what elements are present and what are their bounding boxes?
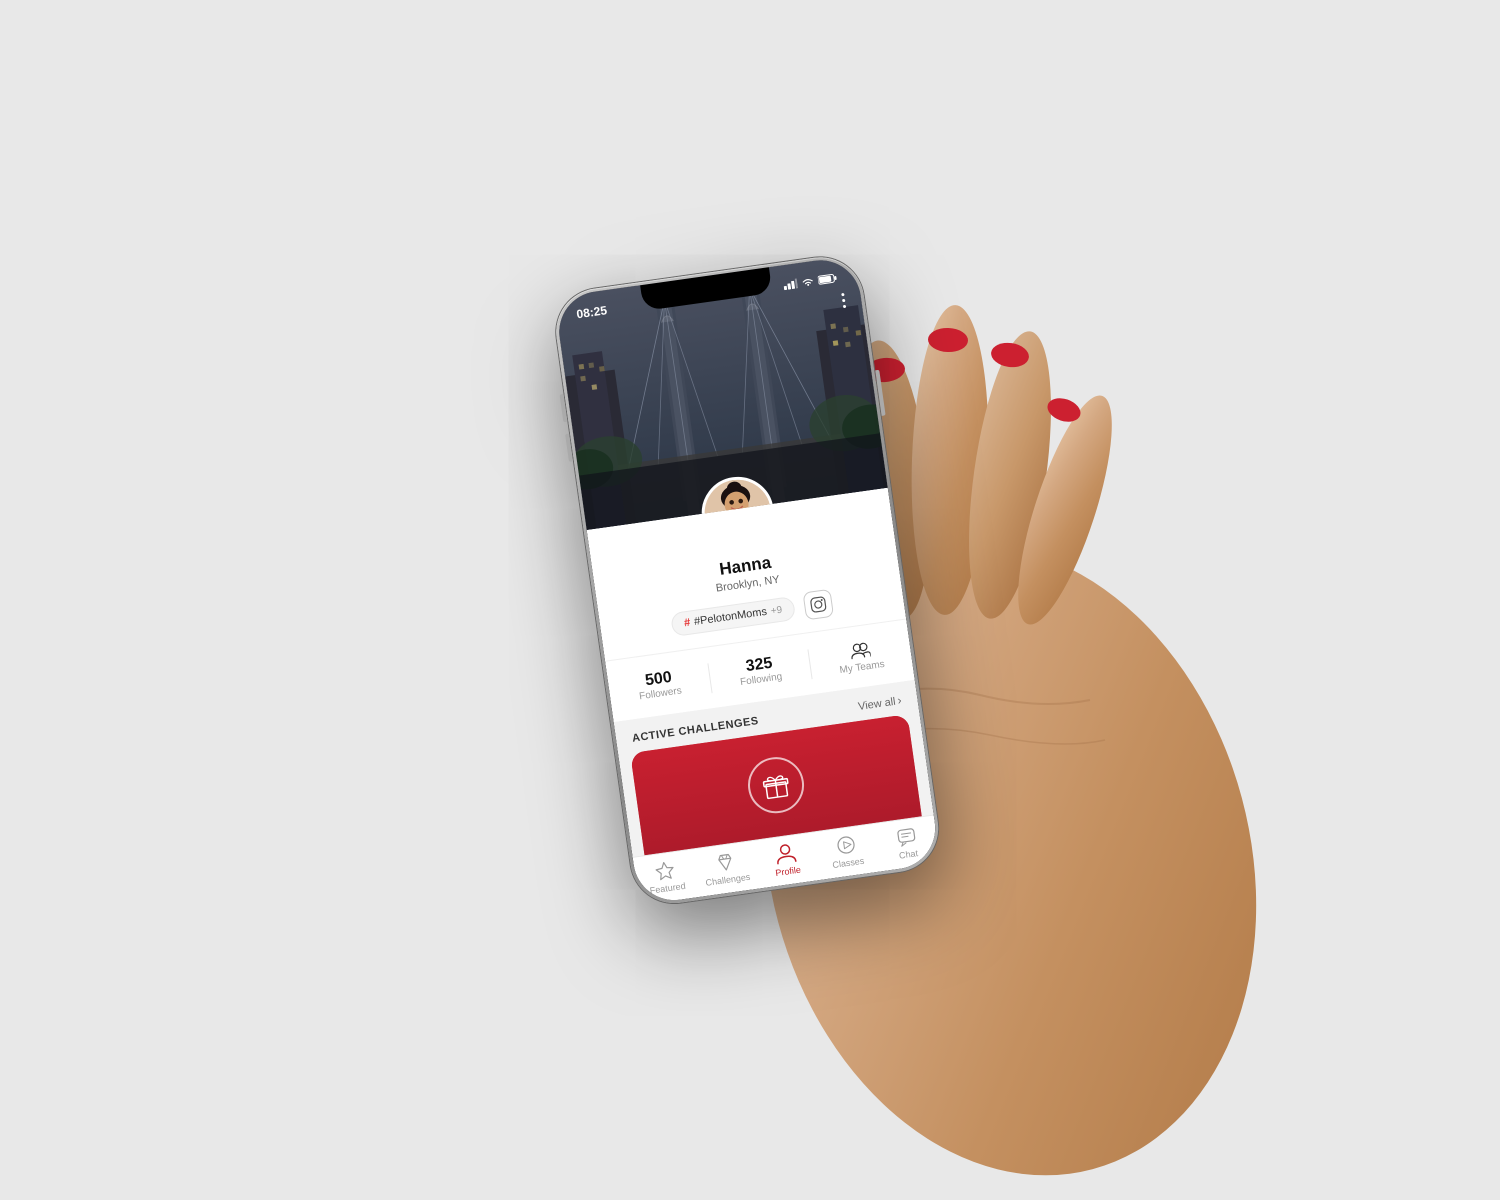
volume-down-button [565, 434, 573, 462]
status-icons [783, 273, 839, 291]
tag-plus: +9 [770, 604, 783, 616]
chat-icon [895, 825, 918, 848]
teams-icon [848, 639, 871, 662]
teams-label: My Teams [839, 659, 885, 676]
signal-icon [783, 278, 798, 290]
battery-icon [817, 273, 838, 286]
challenges-icon [714, 851, 737, 874]
profile-icon [773, 841, 798, 866]
my-teams-stat[interactable]: My Teams [808, 629, 913, 684]
featured-icon [654, 859, 677, 882]
classes-icon [835, 834, 858, 857]
nav-chat[interactable]: Chat [874, 821, 939, 863]
nav-challenges[interactable]: Challenges [694, 847, 759, 889]
tag-text: #PelotonMoms [693, 606, 767, 628]
volume-up-button [560, 394, 568, 422]
nav-profile[interactable]: Profile [754, 838, 819, 880]
phone: 08:25 [551, 252, 944, 909]
phone-screen: 08:25 [554, 255, 940, 905]
scene: 08:25 [300, 50, 1200, 1150]
nav-classes[interactable]: Classes [814, 830, 879, 872]
nav-classes-label: Classes [832, 856, 865, 870]
power-button [875, 370, 885, 416]
hash-symbol: # [683, 617, 691, 630]
instagram-button[interactable] [803, 589, 835, 621]
gift-icon [759, 768, 793, 802]
nav-chat-label: Chat [898, 848, 918, 861]
nav-profile-label: Profile [775, 865, 802, 878]
nav-featured-label: Featured [649, 881, 686, 896]
status-time: 08:25 [576, 303, 608, 321]
view-all-button[interactable]: View all › [857, 694, 902, 713]
nav-featured[interactable]: Featured [634, 855, 699, 897]
wifi-icon [801, 276, 815, 288]
hashtag-tag[interactable]: # #PelotonMoms +9 [670, 596, 797, 637]
following-stat[interactable]: 325 Following [708, 645, 813, 696]
followers-stat[interactable]: 500 Followers [607, 660, 712, 711]
nav-challenges-label: Challenges [705, 872, 751, 888]
instagram-icon [810, 595, 828, 613]
